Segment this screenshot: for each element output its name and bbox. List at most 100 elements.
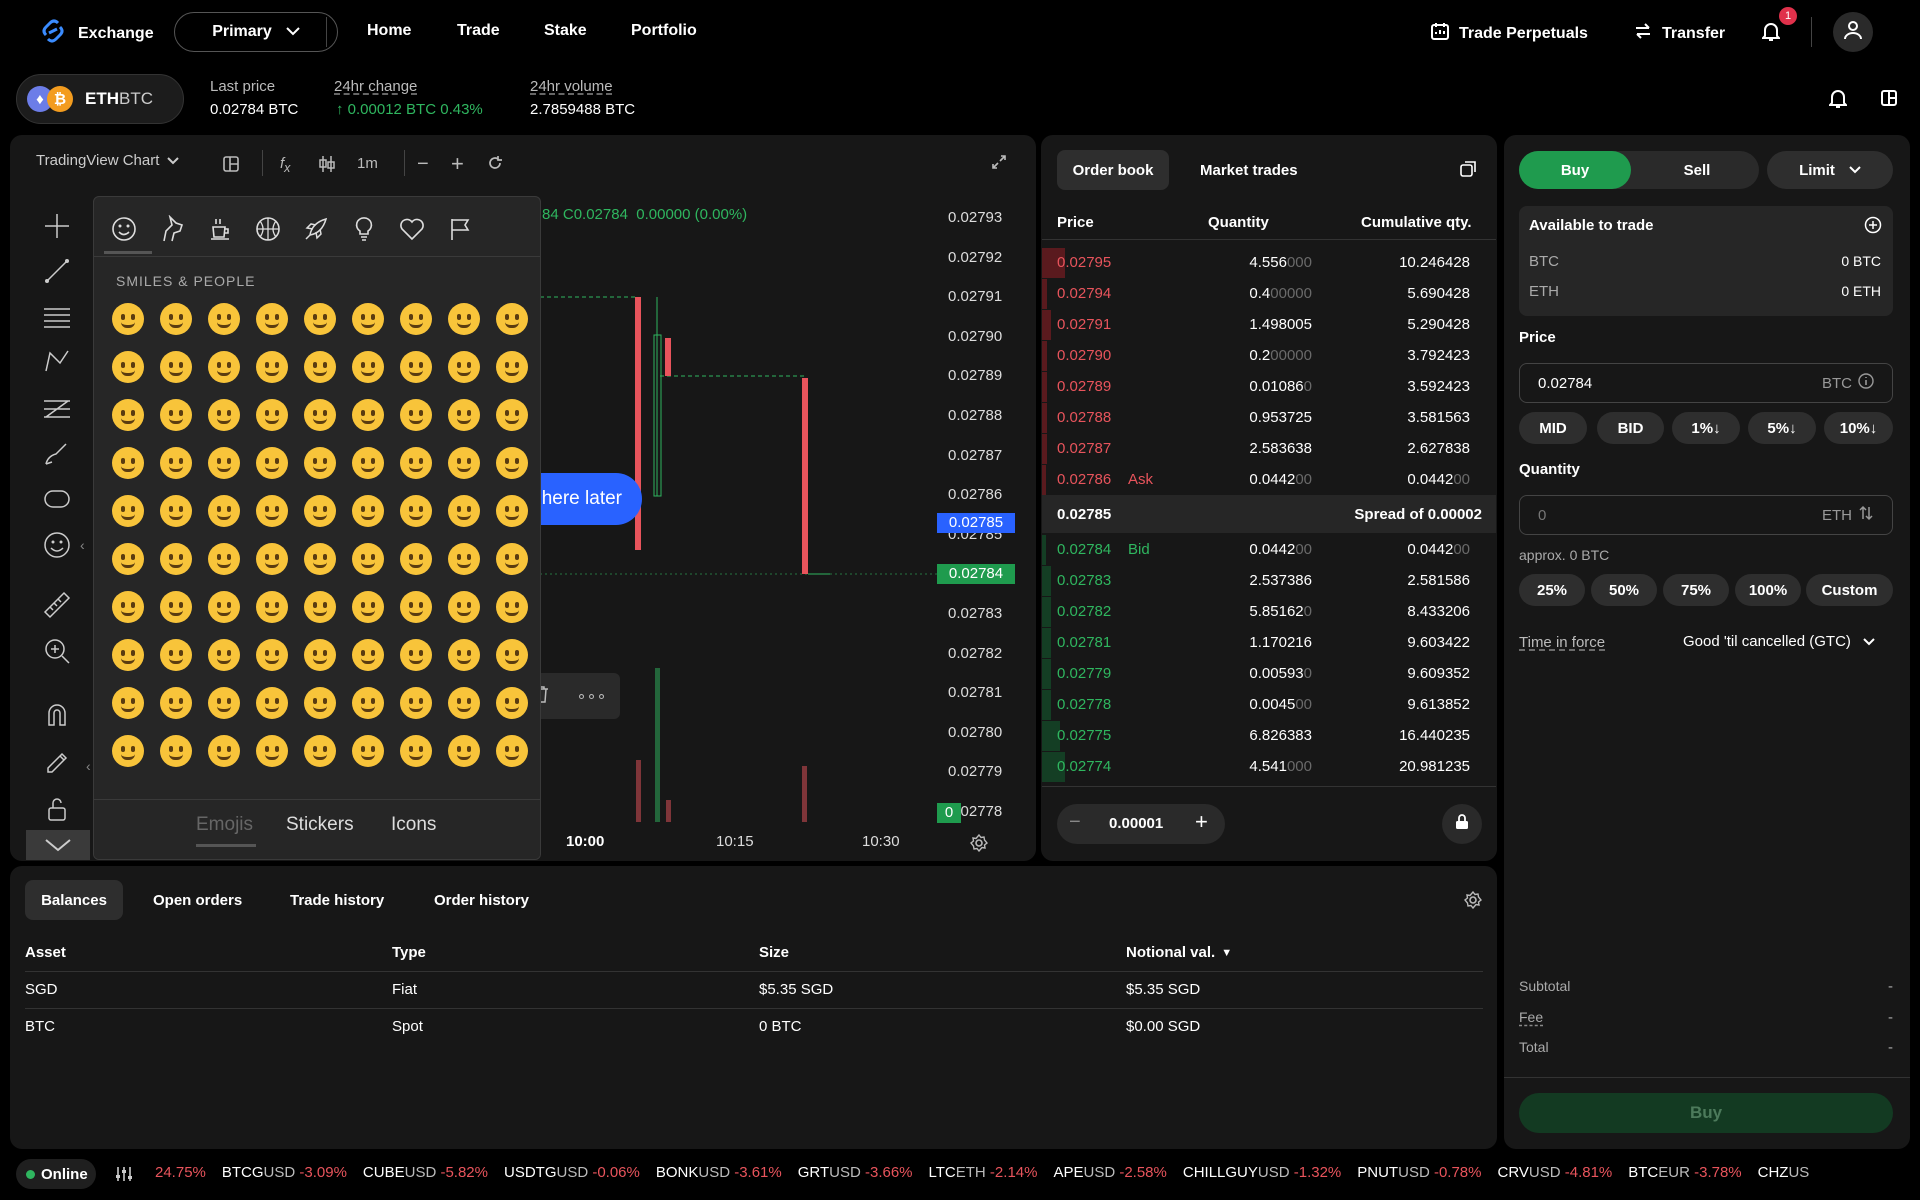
horizontal-lines-icon[interactable] <box>42 302 72 332</box>
emoji-item[interactable] <box>200 583 248 631</box>
basketball-icon[interactable] <box>250 211 286 247</box>
emoji-item[interactable] <box>392 343 440 391</box>
emoji-item[interactable] <box>200 343 248 391</box>
text-callout-icon[interactable] <box>42 484 72 514</box>
emoji-item[interactable] <box>392 727 440 775</box>
ask-row[interactable]: 0.02787 2.583638 2.627838 <box>1042 434 1484 464</box>
emoji-item[interactable] <box>392 679 440 727</box>
emoji-item[interactable] <box>440 343 488 391</box>
emoji-item[interactable] <box>440 295 488 343</box>
emoji-item[interactable] <box>104 631 152 679</box>
emoji-item[interactable] <box>248 727 296 775</box>
emoji-item[interactable] <box>440 535 488 583</box>
tab-market-trades[interactable]: Market trades <box>1200 150 1298 190</box>
emoji-item[interactable] <box>296 727 344 775</box>
ticker-item[interactable]: BTCEUR -3.78% <box>1628 1164 1741 1181</box>
increment-button[interactable]: + <box>1195 809 1208 835</box>
candles-icon[interactable] <box>318 155 336 177</box>
ticker-item[interactable]: GRTUSD -3.66% <box>798 1164 913 1181</box>
ticker-item[interactable]: CRVUSD -4.81% <box>1497 1164 1612 1181</box>
emoji-item[interactable] <box>440 679 488 727</box>
emoji-item[interactable] <box>488 439 534 487</box>
emoji-item[interactable] <box>200 439 248 487</box>
interval-selector[interactable]: 1m <box>357 155 378 172</box>
fullscreen-icon[interactable] <box>991 154 1007 174</box>
brush-icon[interactable] <box>42 438 72 468</box>
lock-drawing-icon[interactable] <box>42 744 72 774</box>
emoji-item[interactable] <box>152 439 200 487</box>
ticker-item[interactable]: PNUTUSD -0.78% <box>1357 1164 1481 1181</box>
emoji-item[interactable] <box>296 631 344 679</box>
emoji-item[interactable] <box>200 535 248 583</box>
bid-row[interactable]: 0.02774 4.541000 20.981235 <box>1042 752 1484 782</box>
unlock-icon[interactable] <box>42 794 72 824</box>
emoji-item[interactable] <box>104 679 152 727</box>
emoji-item[interactable] <box>248 679 296 727</box>
ask-row[interactable]: 0.02790 0.200000 3.792423 <box>1042 341 1484 371</box>
emoji-item[interactable] <box>488 583 534 631</box>
tab-open-orders[interactable]: Open orders <box>153 880 242 920</box>
emoji-item[interactable] <box>344 439 392 487</box>
bid-row[interactable]: 0.02781 1.170216 9.603422 <box>1042 628 1484 658</box>
fib-icon[interactable] <box>42 393 72 423</box>
coffee-icon[interactable] <box>202 211 238 247</box>
ticker-item[interactable]: BONKUSD -3.61% <box>656 1164 782 1181</box>
emoji-item[interactable] <box>104 535 152 583</box>
layout-icon[interactable] <box>1881 90 1897 110</box>
tab-order-history[interactable]: Order history <box>434 880 529 920</box>
price-chip[interactable]: BID <box>1597 412 1664 444</box>
emoji-item[interactable] <box>392 439 440 487</box>
lock-button[interactable] <box>1442 804 1482 844</box>
emoji-item[interactable] <box>104 391 152 439</box>
more-icon[interactable]: ∘∘∘ <box>576 686 606 706</box>
emoji-item[interactable] <box>200 295 248 343</box>
tab-balances[interactable]: Balances <box>25 880 123 920</box>
tif-select[interactable]: Good 'til cancelled (GTC) <box>1683 633 1875 650</box>
magnet-icon[interactable] <box>42 699 72 729</box>
emoji-item[interactable] <box>104 439 152 487</box>
emoji-item[interactable] <box>104 343 152 391</box>
emoji-item[interactable] <box>344 631 392 679</box>
emoji-item[interactable] <box>296 535 344 583</box>
bid-row[interactable]: 0.02784 Bid 0.044200 0.044200 <box>1042 535 1484 565</box>
emoji-item[interactable] <box>344 535 392 583</box>
zoom-in-icon[interactable]: + <box>451 151 464 177</box>
emoji-item[interactable] <box>392 583 440 631</box>
emoji-item[interactable] <box>200 487 248 535</box>
transfer-link[interactable]: Transfer <box>1634 22 1725 45</box>
price-chip[interactable]: MID <box>1519 412 1587 444</box>
price-chip[interactable]: 10%↓ <box>1824 412 1893 444</box>
emoji-item[interactable] <box>152 631 200 679</box>
tab-trade-history[interactable]: Trade history <box>290 880 384 920</box>
emoji-item[interactable] <box>248 535 296 583</box>
zoom-out-icon[interactable]: − <box>417 153 429 176</box>
unicorn-icon[interactable] <box>154 211 190 247</box>
add-circle-icon[interactable] <box>1864 216 1882 238</box>
emoji-item[interactable] <box>488 343 534 391</box>
emoji-item[interactable] <box>152 391 200 439</box>
emoji-item[interactable] <box>104 295 152 343</box>
flag-icon[interactable] <box>442 211 478 247</box>
trade-perpetuals-link[interactable]: Trade Perpetuals <box>1431 22 1588 45</box>
emoji-item[interactable] <box>392 391 440 439</box>
emoji-item[interactable] <box>344 679 392 727</box>
emoji-item[interactable] <box>200 631 248 679</box>
emoji-item[interactable] <box>152 295 200 343</box>
ticker-item[interactable]: 24.75% <box>155 1164 206 1181</box>
emoji-item[interactable] <box>488 727 534 775</box>
emoji-item[interactable] <box>248 391 296 439</box>
emoji-tool-icon[interactable] <box>42 530 72 560</box>
emoji-item[interactable] <box>440 583 488 631</box>
emoji-item[interactable] <box>152 343 200 391</box>
pair-selector[interactable]: ♦ ₿ ETHBTC <box>16 74 184 124</box>
emoji-item[interactable] <box>296 583 344 631</box>
emoji-item[interactable] <box>296 487 344 535</box>
percent-chip[interactable]: 75% <box>1663 574 1729 606</box>
chart-selector[interactable]: TradingView Chart <box>36 152 180 169</box>
emoji-item[interactable] <box>152 727 200 775</box>
nav-trade[interactable]: Trade <box>457 22 500 40</box>
emoji-item[interactable] <box>488 535 534 583</box>
emoji-item[interactable] <box>392 535 440 583</box>
collapse-arrow-icon[interactable]: ‹ <box>80 537 85 553</box>
sliders-icon[interactable] <box>115 1166 133 1186</box>
